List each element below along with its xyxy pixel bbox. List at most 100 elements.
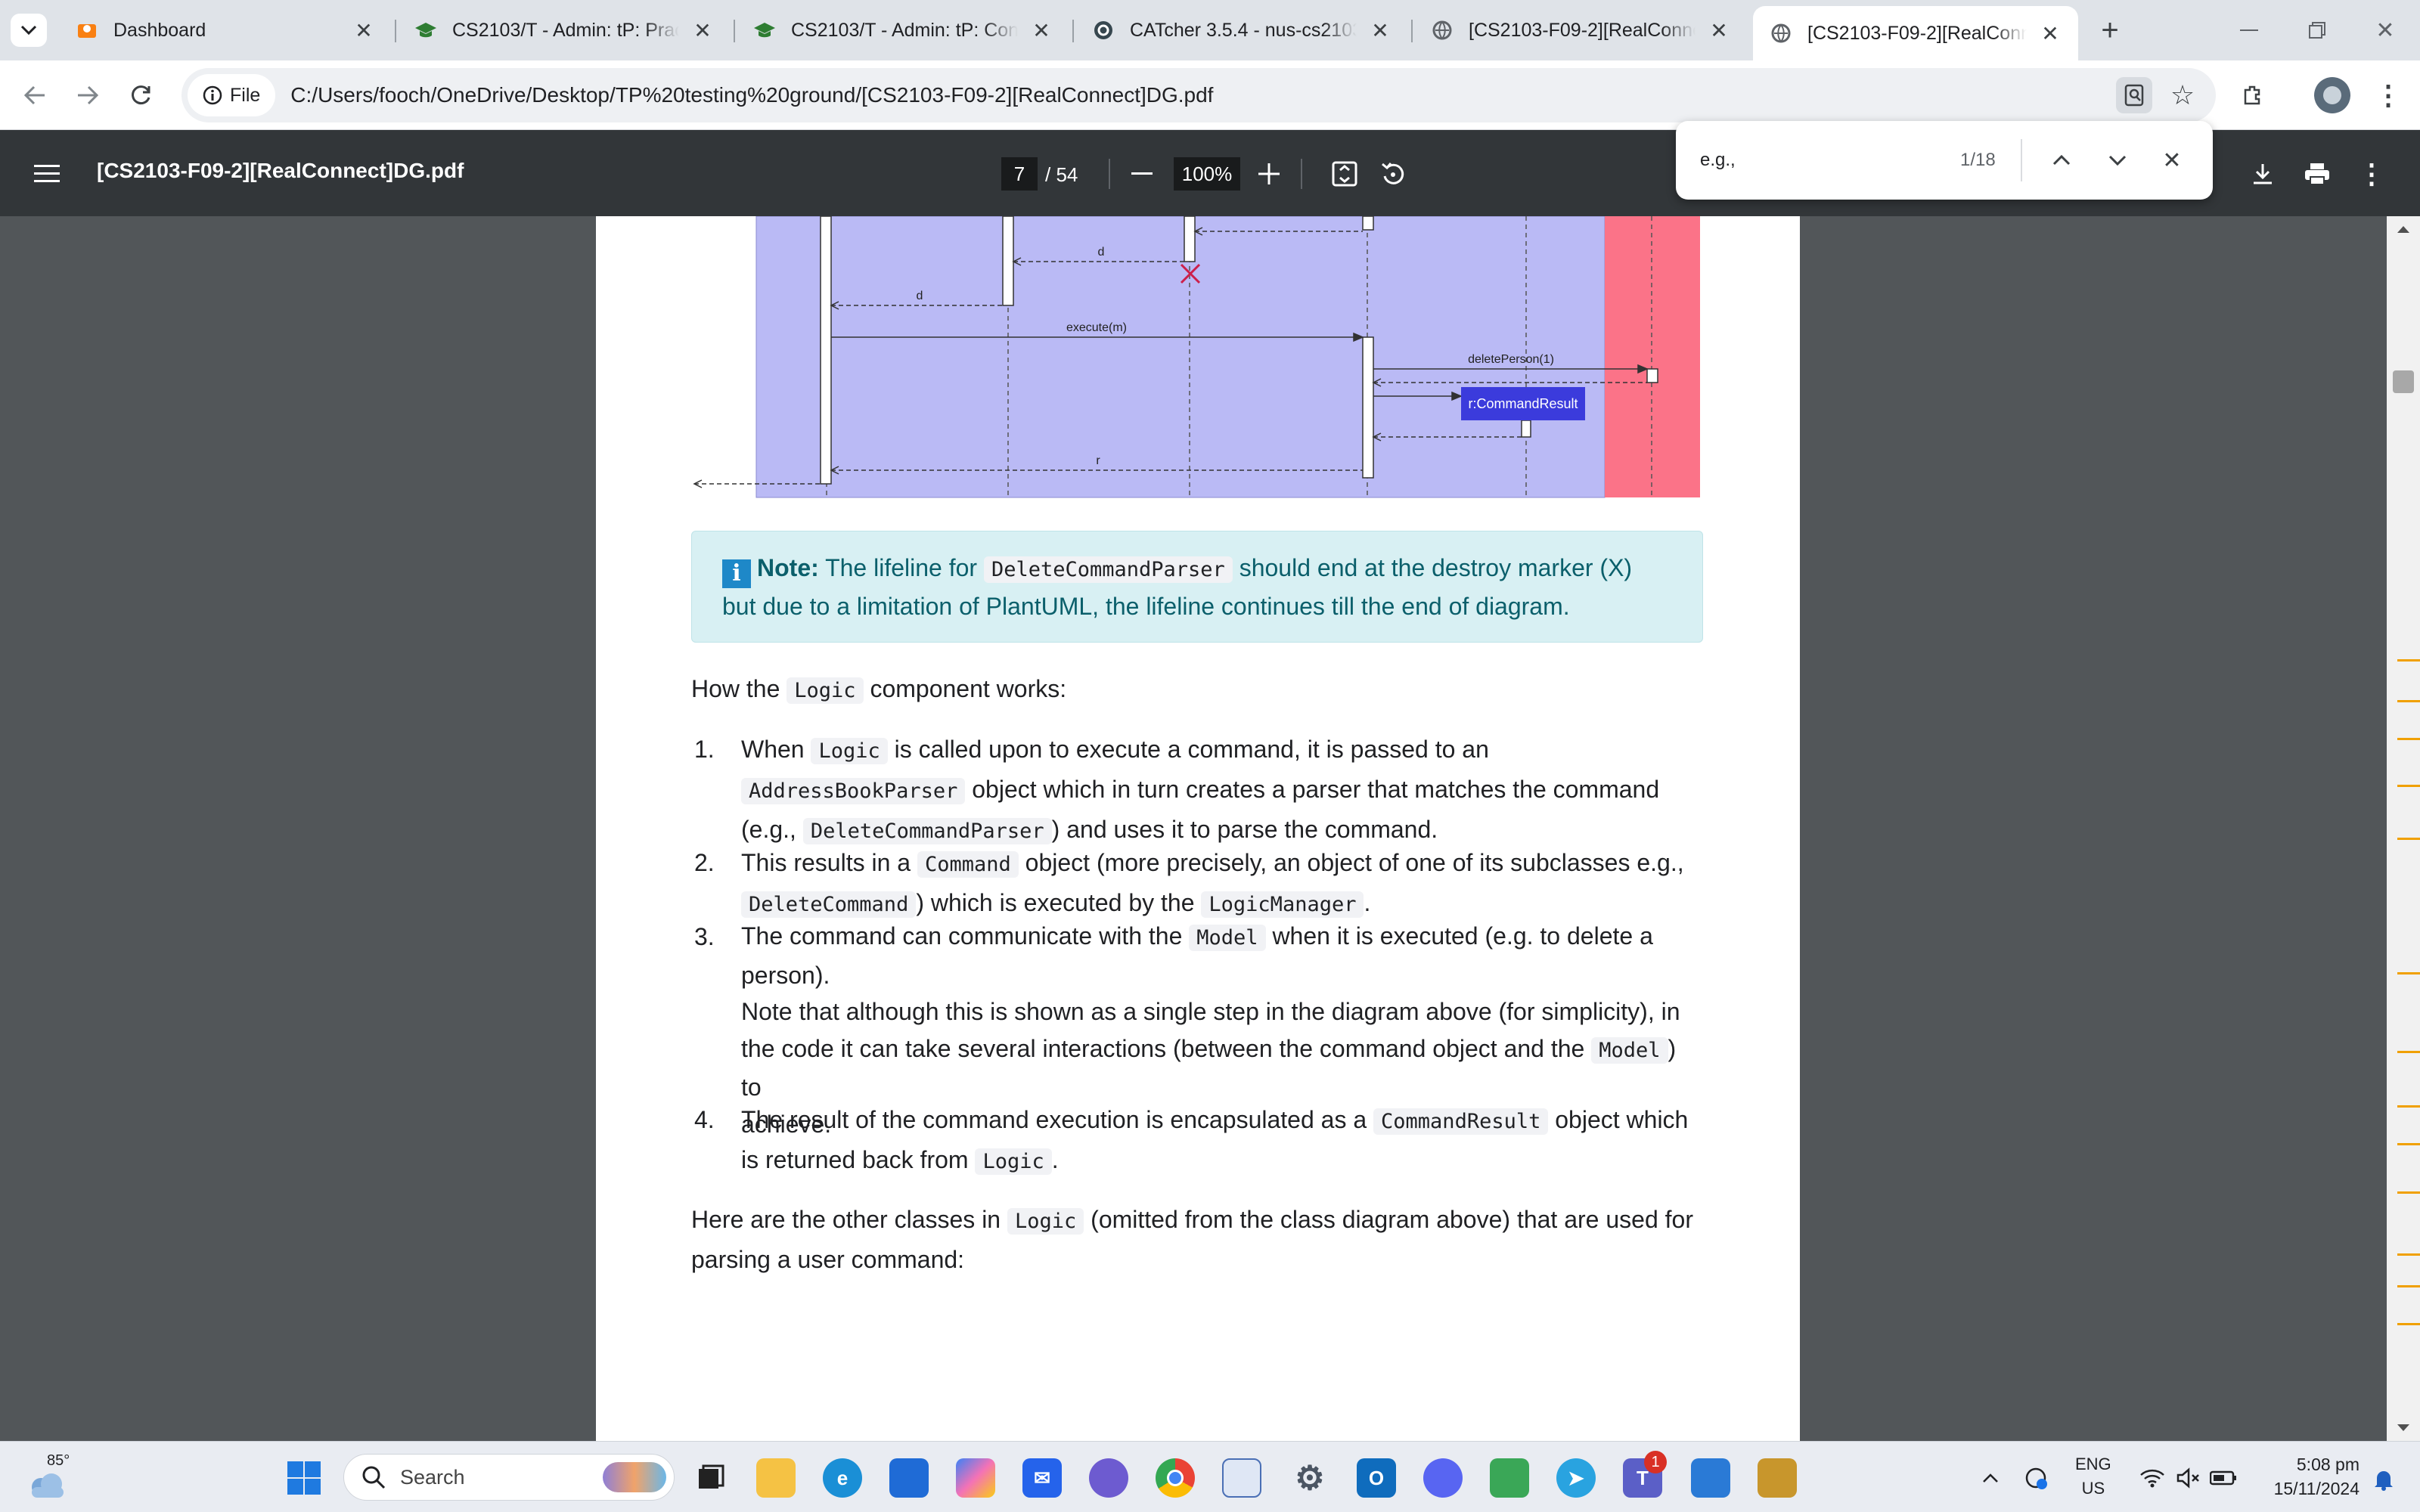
edge-icon[interactable]: e	[823, 1458, 862, 1498]
rotate-icon[interactable]	[1373, 156, 1413, 192]
notification-bell-icon[interactable]	[2369, 1464, 2399, 1495]
intro-paragraph: How the Logic component works:	[691, 670, 1066, 710]
url-text[interactable]: C:/Users/fooch/OneDrive/Desktop/TP%20tes…	[290, 83, 1213, 107]
discord-icon[interactable]	[1423, 1458, 1463, 1498]
tab-tp-constraints[interactable]: CS2103/T - Admin: tP: Const ✕	[737, 9, 1069, 51]
chevron-up-icon	[2052, 155, 2071, 166]
chrome-menu-icon[interactable]: ⋮	[2370, 77, 2406, 113]
store-icon[interactable]	[889, 1458, 929, 1498]
text: component works:	[870, 675, 1067, 702]
command-result-label: r:CommandResult	[1468, 396, 1578, 411]
activation-bar	[1521, 420, 1531, 438]
code-command-result: CommandResult	[1373, 1108, 1549, 1135]
mail-icon[interactable]: ✉	[1022, 1458, 1062, 1498]
info-icon	[203, 85, 222, 105]
list-number: 2.	[694, 849, 715, 876]
return-label-r: r	[1096, 454, 1100, 467]
tab-realconnect-dg[interactable]: [CS2103-F09-2][RealConnect ✕	[1414, 9, 1747, 51]
close-icon[interactable]: ✕	[1369, 18, 1392, 43]
wifi-icon[interactable]	[2137, 1463, 2167, 1493]
forward-button[interactable]	[70, 77, 106, 113]
fit-page-icon[interactable]	[1325, 156, 1364, 192]
close-icon[interactable]: ✕	[1030, 18, 1053, 43]
tab-tp-practical[interactable]: CS2103/T - Admin: tP: Practic ✕	[398, 9, 731, 51]
pdf-sidebar-menu-icon[interactable]	[27, 154, 67, 194]
pdf-reader-icon[interactable]	[2116, 77, 2152, 113]
close-icon[interactable]: ✕	[1708, 18, 1730, 43]
copilot-icon[interactable]	[956, 1458, 995, 1498]
start-button[interactable]	[284, 1458, 324, 1498]
notepad-icon[interactable]	[1691, 1458, 1730, 1498]
print-icon[interactable]	[2297, 156, 2337, 192]
tab-dashboard[interactable]: Dashboard ✕	[59, 9, 392, 51]
pdf-more-icon[interactable]: ⋮	[2352, 156, 2391, 192]
find-input[interactable]: e.g.,	[1700, 150, 1736, 171]
tab-realconnect-dg-active[interactable]: [CS2103-F09-2][RealConnect ✕	[1753, 6, 2078, 60]
taskbar-search[interactable]: Search	[343, 1454, 675, 1501]
text: ) and uses it to parse the command.	[1051, 816, 1438, 843]
task-view-icon[interactable]	[691, 1458, 731, 1498]
outlook-icon[interactable]: O	[1357, 1458, 1396, 1498]
restore-icon	[2309, 22, 2325, 39]
scroll-down-icon[interactable]	[2387, 1417, 2420, 1439]
site-info-chip[interactable]: File	[188, 74, 276, 116]
scroll-up-icon[interactable]	[2387, 218, 2420, 240]
zoom-in-button[interactable]	[1251, 156, 1287, 192]
list-number: 1.	[694, 736, 715, 763]
activation-bar	[1362, 216, 1374, 231]
reload-button[interactable]	[123, 77, 159, 113]
bookmark-star-icon[interactable]: ☆	[2164, 77, 2201, 113]
text: This results in a	[741, 849, 911, 876]
zoom-level[interactable]: 100%	[1174, 157, 1240, 191]
minimize-button[interactable]	[2226, 12, 2272, 48]
text: object which	[1555, 1106, 1689, 1133]
profile-avatar[interactable]	[2314, 77, 2350, 113]
language-indicator[interactable]: ENG US	[2075, 1452, 2111, 1501]
tab-catcher[interactable]: CATcher 3.5.4 - nus-cs2103-A ✕	[1075, 9, 1408, 51]
back-button[interactable]	[17, 77, 53, 113]
catcher-icon	[1092, 19, 1115, 42]
tab-search-button[interactable]	[11, 14, 47, 47]
monitor-icon[interactable]	[1222, 1458, 1261, 1498]
address-bar[interactable]: File C:/Users/fooch/OneDrive/Desktop/TP%…	[182, 68, 2216, 122]
vertical-scrollbar[interactable]	[2387, 216, 2420, 1441]
code-model: Model	[1591, 1036, 1668, 1064]
close-icon[interactable]: ✕	[691, 18, 714, 43]
globe-icon	[1431, 19, 1454, 42]
zoom-out-button[interactable]	[1124, 156, 1160, 192]
battery-icon[interactable]	[2208, 1463, 2238, 1493]
close-icon[interactable]: ✕	[352, 18, 375, 43]
find-next-button[interactable]	[2099, 142, 2136, 178]
network-status-icon[interactable]	[2021, 1463, 2051, 1493]
volume-muted-icon[interactable]	[2173, 1463, 2204, 1493]
search-hit-marker	[2397, 972, 2420, 974]
extensions-icon[interactable]	[2232, 76, 2272, 115]
new-tab-button[interactable]: +	[2092, 14, 2128, 47]
find-close-button[interactable]: ✕	[2154, 142, 2190, 178]
search-icon	[362, 1466, 386, 1489]
close-window-button[interactable]: ✕	[2363, 12, 2408, 48]
chrome-icon[interactable]	[1156, 1458, 1195, 1498]
info-icon: i	[722, 559, 751, 588]
restore-button[interactable]	[2294, 12, 2340, 48]
page-number-input[interactable]: 7	[1001, 157, 1038, 191]
temperature: 85°	[47, 1452, 70, 1469]
settings-icon[interactable]: ⚙	[1290, 1458, 1329, 1498]
file-explorer-icon[interactable]	[756, 1458, 796, 1498]
find-previous-button[interactable]	[2043, 142, 2080, 178]
scroll-thumb[interactable]	[2393, 370, 2414, 393]
search-hit-marker	[2397, 1191, 2420, 1194]
show-hidden-icons-chevron-up-icon[interactable]	[1977, 1464, 2004, 1492]
close-icon[interactable]: ✕	[2039, 21, 2062, 46]
contacts-icon[interactable]	[1758, 1458, 1797, 1498]
plus-icon	[1258, 163, 1280, 184]
weather-widget[interactable]: 85°	[26, 1452, 71, 1502]
telegram-icon[interactable]: ➤	[1556, 1458, 1596, 1498]
code-delete-command-parser: DeleteCommandParser	[983, 556, 1233, 583]
download-icon[interactable]	[2243, 156, 2282, 192]
clock[interactable]: 5:08 pm 15/11/2024	[2257, 1452, 2360, 1501]
search-hit-marker	[2397, 838, 2420, 840]
note-text: The lifeline for	[825, 554, 978, 581]
app-icon[interactable]	[1089, 1458, 1128, 1498]
sync-app-icon[interactable]	[1490, 1458, 1529, 1498]
